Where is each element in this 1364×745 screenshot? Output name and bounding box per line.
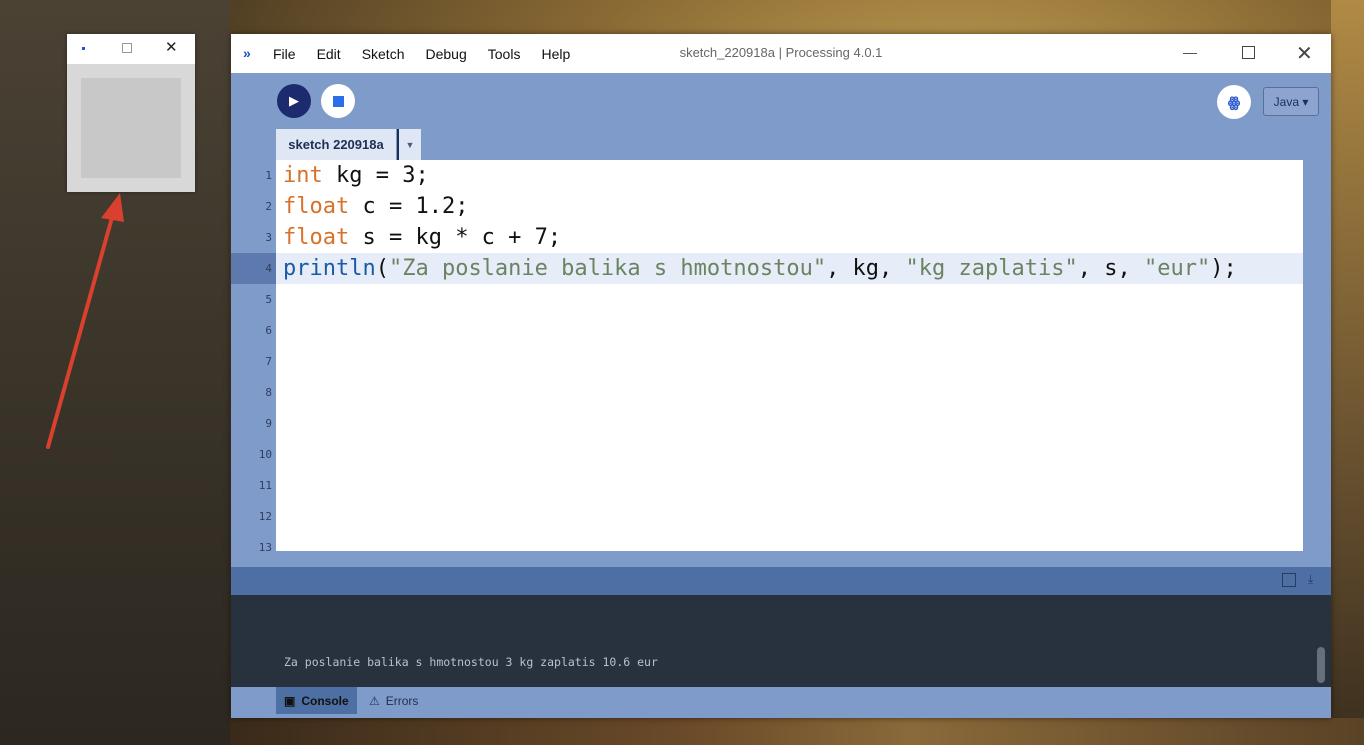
stop-icon (332, 95, 344, 107)
debugger-icon: ꙮ (1227, 93, 1241, 110)
code-editor[interactable]: int kg = 3; float c = 1.2; float s = kg * … (276, 160, 1303, 551)
tab-menu-button[interactable]: ▼ (397, 129, 421, 160)
tab-errors-label: Errors (385, 693, 419, 708)
stop-button[interactable] (321, 84, 355, 118)
line-number: 8 (265, 386, 272, 399)
minimize-icon[interactable] (1183, 53, 1197, 54)
tab-sketch[interactable]: sketch 220918a (276, 129, 396, 160)
tab-console[interactable]: ▣ Console (276, 687, 357, 714)
code-token: "Za poslanie balika s hmotnostou" (388, 256, 827, 281)
console-panel: Za poslanie balika s hmotnostou 3 kg zap… (231, 595, 1331, 687)
tab-console-label: Console (301, 693, 349, 708)
editor-scrollbar[interactable] (1303, 160, 1331, 568)
code-line: int kg = 3; (283, 160, 429, 191)
line-number: 1 (265, 169, 272, 182)
line-number: 12 (258, 510, 272, 523)
clear-console-icon[interactable]: ⤓ (1308, 572, 1324, 586)
titlebar[interactable]: » File Edit Sketch Debug Tools Help sket… (231, 34, 1331, 73)
line-number: 4 (265, 262, 272, 275)
annotation-arrow (46, 193, 124, 449)
editor-bottom-margin (276, 551, 1331, 567)
code-token: int (283, 163, 323, 188)
code-token: , s, (1077, 256, 1144, 281)
line-number: 7 (265, 355, 272, 368)
desktop-background-bottom (230, 718, 1364, 745)
run-button[interactable]: ▶ (277, 84, 311, 118)
maximize-icon[interactable] (1242, 46, 1255, 59)
code-token: float (283, 194, 350, 219)
code-line: println("Za poslanie balika s hmotnostou… (283, 253, 1237, 284)
processing-window: » File Edit Sketch Debug Tools Help sket… (231, 34, 1331, 718)
line-number: 11 (258, 479, 272, 492)
code-token: "eur" (1143, 256, 1211, 281)
line-number: 9 (265, 417, 272, 430)
line-number: 10 (258, 448, 272, 461)
line-number: 5 (265, 293, 272, 306)
console-divider[interactable] (231, 567, 1331, 595)
line-number-gutter: 1 2 3 4 5 6 7 8 9 10 11 12 13 (231, 160, 276, 554)
warning-icon: ⚠ (369, 693, 380, 708)
copy-console-icon[interactable] (1282, 573, 1296, 587)
code-token: kg = 3; (322, 163, 429, 188)
tab-errors[interactable]: ⚠ Errors (361, 687, 426, 714)
close-icon[interactable]: ✕ (1296, 41, 1313, 66)
window-title: sketch_220918a | Processing 4.0.1 (679, 45, 883, 60)
footer-tabs: ▣ Console ⚠ Errors (231, 687, 1331, 718)
code-token: ); (1210, 256, 1237, 281)
code-line: float s = kg * c + 7; (283, 222, 561, 253)
console-scrollbar[interactable] (1317, 647, 1325, 683)
mode-selector[interactable]: Java ▾ (1263, 87, 1319, 116)
code-token: , kg, (826, 256, 906, 281)
code-token: s = kg * c + 7; (349, 225, 562, 250)
desktop-background-right (1331, 0, 1364, 745)
play-icon: ▶ (289, 93, 299, 108)
line-number: 3 (265, 231, 272, 244)
code-token: "kg zaplatis" (905, 256, 1078, 281)
code-token: float (283, 225, 350, 250)
code-token: c = 1.2; (349, 194, 469, 219)
code-token: println (283, 256, 376, 281)
line-number: 2 (265, 200, 272, 213)
code-token: ( (375, 256, 389, 281)
line-number: 13 (258, 541, 272, 554)
console-output: Za poslanie balika s hmotnostou 3 kg zap… (284, 655, 658, 669)
terminal-icon: ▣ (284, 693, 296, 708)
line-number: 6 (265, 324, 272, 337)
debug-button[interactable]: ꙮ (1217, 85, 1251, 119)
code-line: float c = 1.2; (283, 191, 468, 222)
